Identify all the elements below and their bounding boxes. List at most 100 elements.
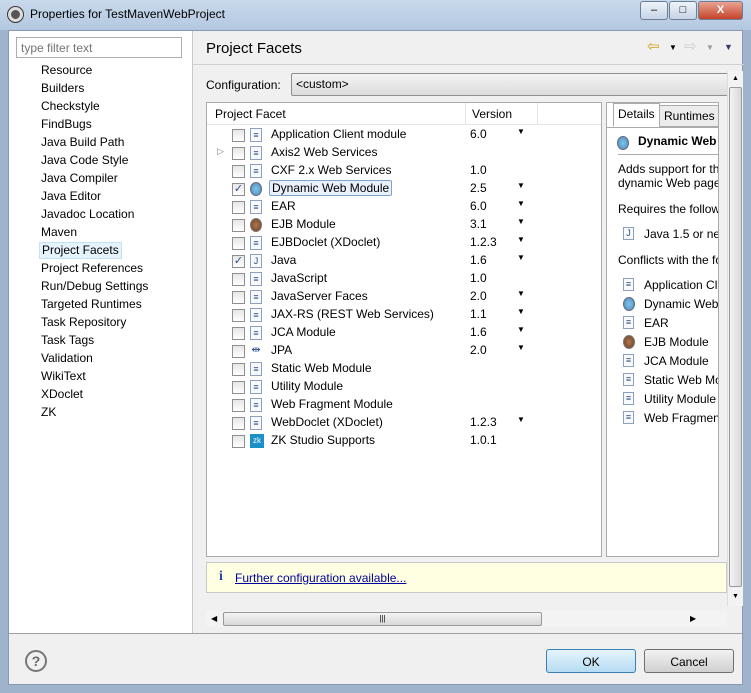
nav-item-resource[interactable]: Resource (39, 62, 94, 79)
nav-item-java-code-style[interactable]: Java Code Style (39, 152, 130, 169)
facet-checkbox[interactable] (232, 147, 245, 160)
help-button[interactable]: ? (25, 650, 47, 672)
facet-checkbox[interactable] (232, 363, 245, 376)
facet-checkbox[interactable] (232, 345, 245, 358)
facet-checkbox[interactable]: ✓ (232, 255, 245, 268)
minimize-button[interactable]: – (640, 1, 668, 20)
nav-item-task-tags[interactable]: Task Tags (39, 332, 96, 349)
view-menu-icon[interactable]: ▼ (724, 42, 733, 52)
table-row[interactable]: ≡ JavaScript 1.0 (207, 270, 601, 288)
table-row[interactable]: ✓ Dynamic Web Module 2.5 ▼ (207, 180, 601, 198)
table-row[interactable]: ≡ WebDoclet (XDoclet) 1.2.3 ▼ (207, 414, 601, 432)
nav-item-project-references[interactable]: Project References (39, 260, 145, 277)
scroll-right-icon[interactable]: ▶ (690, 614, 696, 623)
facet-checkbox[interactable] (232, 237, 245, 250)
nav-item-targeted-runtimes[interactable]: Targeted Runtimes (39, 296, 144, 313)
facet-version[interactable]: 1.2.3 (470, 415, 497, 429)
configuration-combo[interactable]: <custom> (291, 73, 731, 96)
filter-input[interactable] (16, 37, 182, 58)
nav-item-checkstyle[interactable]: Checkstyle (39, 98, 102, 115)
facet-checkbox[interactable] (232, 309, 245, 322)
table-row[interactable]: ≡ CXF 2.x Web Services 1.0 (207, 162, 601, 180)
tab-details[interactable]: Details (613, 103, 660, 127)
facet-checkbox[interactable] (232, 165, 245, 178)
table-row[interactable]: ≡ Static Web Module (207, 360, 601, 378)
table-row[interactable]: ≡ JCA Module 1.6 ▼ (207, 324, 601, 342)
version-dropdown-icon[interactable]: ▼ (517, 307, 525, 316)
back-arrow-icon[interactable]: ⇦ (647, 37, 660, 55)
facet-version[interactable]: 2.0 (470, 343, 487, 357)
table-row[interactable]: ≡ JavaServer Faces 2.0 ▼ (207, 288, 601, 306)
horizontal-scrollbar[interactable]: ◀ ||| ▶ (206, 611, 727, 627)
nav-item-java-build-path[interactable]: Java Build Path (39, 134, 126, 151)
scroll-up-icon[interactable]: ▲ (732, 75, 739, 82)
nav-item-task-repository[interactable]: Task Repository (39, 314, 128, 331)
facet-checkbox[interactable] (232, 435, 245, 448)
back-menu-icon[interactable]: ▼ (669, 43, 677, 52)
version-dropdown-icon[interactable]: ▼ (517, 181, 525, 190)
facet-version[interactable]: 1.2.3 (470, 235, 497, 249)
version-dropdown-icon[interactable]: ▼ (517, 343, 525, 352)
further-configuration-link[interactable]: Further configuration available... (235, 571, 406, 585)
forward-menu-icon[interactable]: ▼ (706, 43, 714, 52)
facet-version[interactable]: 1.6 (470, 325, 487, 339)
nav-item-zk[interactable]: ZK (39, 404, 58, 421)
version-dropdown-icon[interactable]: ▼ (517, 199, 525, 208)
table-row[interactable]: ≡ JAX-RS (REST Web Services) 1.1 ▼ (207, 306, 601, 324)
facet-version[interactable]: 2.5 (470, 181, 487, 195)
facet-version[interactable]: 3.1 (470, 217, 487, 231)
table-row[interactable]: ≡ Web Fragment Module (207, 396, 601, 414)
facet-checkbox[interactable] (232, 399, 245, 412)
scrollbar-thumb[interactable] (729, 87, 742, 587)
table-row[interactable]: ≡ Application Client module 6.0 ▼ (207, 126, 601, 144)
nav-item-validation[interactable]: Validation (39, 350, 95, 367)
facet-checkbox[interactable] (232, 381, 245, 394)
nav-item-project-facets[interactable]: Project Facets (39, 242, 122, 259)
cancel-button[interactable]: Cancel (644, 649, 734, 673)
version-dropdown-icon[interactable]: ▼ (517, 235, 525, 244)
facet-checkbox[interactable]: ✓ (232, 183, 245, 196)
table-row[interactable]: ✓ J Java 1.6 ▼ (207, 252, 601, 270)
facet-version[interactable]: 2.0 (470, 289, 487, 303)
facet-checkbox[interactable] (232, 219, 245, 232)
version-dropdown-icon[interactable]: ▼ (517, 415, 525, 424)
close-button[interactable]: X (698, 1, 743, 20)
forward-arrow-icon[interactable]: ⇨ (684, 37, 697, 55)
expand-icon[interactable]: ▷ (217, 146, 224, 157)
facet-checkbox[interactable] (232, 291, 245, 304)
table-row[interactable]: ▷ ≡ Axis2 Web Services (207, 144, 601, 162)
facet-checkbox[interactable] (232, 273, 245, 286)
facet-checkbox[interactable] (232, 129, 245, 142)
nav-item-findbugs[interactable]: FindBugs (39, 116, 94, 133)
table-row[interactable]: ⇹ JPA 2.0 ▼ (207, 342, 601, 360)
maximize-button[interactable]: □ (669, 1, 697, 20)
nav-item-java-compiler[interactable]: Java Compiler (39, 170, 120, 187)
facet-checkbox[interactable] (232, 417, 245, 430)
version-dropdown-icon[interactable]: ▼ (517, 217, 525, 226)
version-dropdown-icon[interactable]: ▼ (517, 289, 525, 298)
facet-version[interactable]: 1.0 (470, 163, 487, 177)
column-project-facet[interactable]: Project Facet (215, 107, 286, 121)
nav-item-run-debug-settings[interactable]: Run/Debug Settings (39, 278, 150, 295)
nav-item-maven[interactable]: Maven (39, 224, 79, 241)
facet-version[interactable]: 1.0.1 (470, 433, 497, 447)
scroll-down-icon[interactable]: ▼ (732, 593, 739, 600)
facet-version[interactable]: 1.6 (470, 253, 487, 267)
nav-item-builders[interactable]: Builders (39, 80, 86, 97)
table-row[interactable]: EJB Module 3.1 ▼ (207, 216, 601, 234)
nav-item-java-editor[interactable]: Java Editor (39, 188, 103, 205)
facet-version[interactable]: 6.0 (470, 199, 487, 213)
vertical-scrollbar[interactable]: ▲ ▼ (727, 71, 743, 606)
nav-item-xdoclet[interactable]: XDoclet (39, 386, 85, 403)
facet-checkbox[interactable] (232, 201, 245, 214)
facet-version[interactable]: 6.0 (470, 127, 487, 141)
nav-item-javadoc-location[interactable]: Javadoc Location (39, 206, 136, 223)
version-dropdown-icon[interactable]: ▼ (517, 127, 525, 136)
table-row[interactable]: ≡ EJBDoclet (XDoclet) 1.2.3 ▼ (207, 234, 601, 252)
table-row[interactable]: ≡ EAR 6.0 ▼ (207, 198, 601, 216)
version-dropdown-icon[interactable]: ▼ (517, 325, 525, 334)
version-dropdown-icon[interactable]: ▼ (517, 253, 525, 262)
scroll-left-icon[interactable]: ◀ (211, 614, 217, 623)
table-row[interactable]: ≡ Utility Module (207, 378, 601, 396)
column-version[interactable]: Version (472, 107, 512, 121)
